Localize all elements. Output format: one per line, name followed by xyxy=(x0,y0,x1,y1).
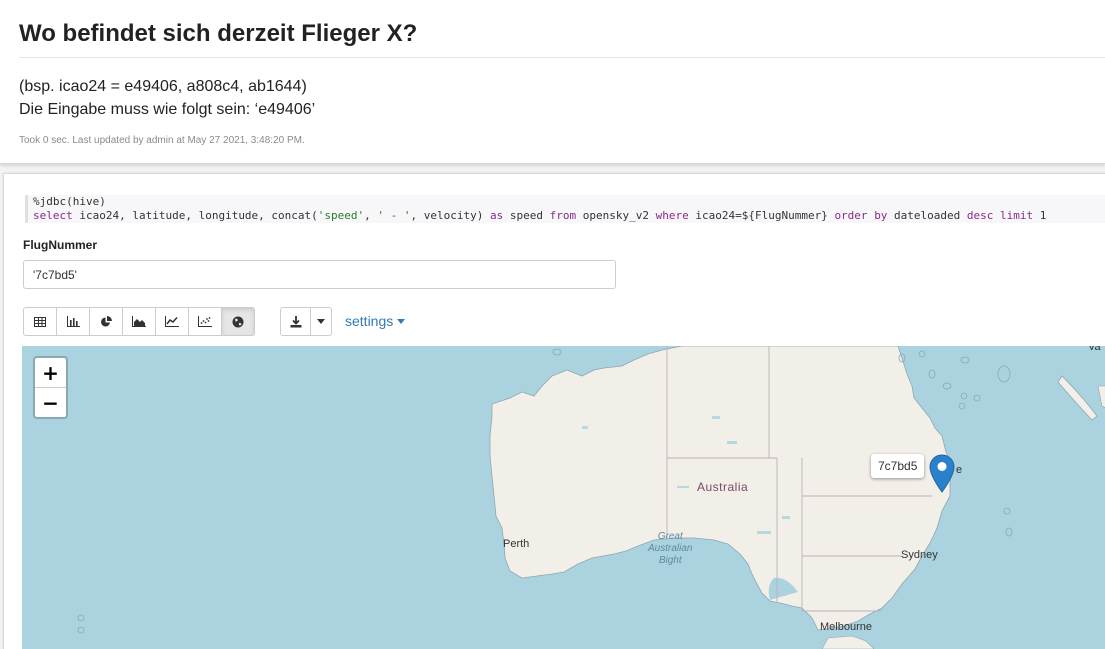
example-text: (bsp. icao24 = e49406, a808c4, ab1644) xyxy=(19,78,307,95)
scatter-chart-icon xyxy=(198,316,212,327)
zoom-in-button[interactable]: + xyxy=(35,358,66,388)
map-marker-icon[interactable] xyxy=(929,454,955,494)
zoom-control: + − xyxy=(33,356,68,419)
map-label-sydney: Sydney xyxy=(901,549,938,561)
last-updated-text: Took 0 sec. Last updated by admin at May… xyxy=(19,135,305,146)
settings-dropdown[interactable]: settings xyxy=(345,313,406,329)
map-label-melbourne: Melbourne xyxy=(820,621,872,633)
table-view-button[interactable] xyxy=(23,307,57,336)
line-chart-button[interactable] xyxy=(155,307,189,336)
map-view[interactable]: + − Australia Perth Sydney Melbourne e V… xyxy=(22,346,1105,649)
download-dropdown-toggle[interactable] xyxy=(310,307,332,336)
param-label: FlugNummer xyxy=(23,238,98,252)
area-chart-icon xyxy=(132,316,146,327)
settings-label: settings xyxy=(345,313,394,329)
marker-tooltip: 7c7bd5 xyxy=(871,454,925,478)
map-label-great-australian-bight: Great Australian Bight xyxy=(648,531,693,566)
visualization-toolbar xyxy=(23,307,255,336)
map-label-corner: Va xyxy=(1088,346,1101,353)
globe-icon xyxy=(232,316,244,327)
page-title: Wo befindet sich derzeit Flieger X? xyxy=(19,20,418,47)
table-icon xyxy=(34,316,46,327)
code-line-interpreter: %jdbc(hive) xyxy=(33,195,106,208)
map-label-brisbane: e xyxy=(956,464,963,476)
pie-chart-icon xyxy=(101,315,112,326)
map-label-australia: Australia xyxy=(697,480,749,494)
flugnummer-input[interactable] xyxy=(23,260,616,289)
paragraph-title-panel: Wo befindet sich derzeit Flieger X? (bsp… xyxy=(0,0,1105,164)
zoom-out-button[interactable]: − xyxy=(35,388,66,417)
bar-chart-icon xyxy=(66,316,80,327)
chevron-down-icon xyxy=(397,318,406,324)
pie-chart-button[interactable] xyxy=(89,307,123,336)
code-editor[interactable]: %jdbc(hive) select icao24, latitude, lon… xyxy=(25,195,1105,223)
code-line-query: select icao24, latitude, longitude, conc… xyxy=(33,209,1047,222)
map-view-button[interactable] xyxy=(221,307,255,336)
title-divider xyxy=(19,57,1105,58)
download-button[interactable] xyxy=(280,307,311,336)
instruction-text: Die Eingabe muss wie folgt sein: ‘e49406… xyxy=(19,101,316,118)
download-button-group xyxy=(280,307,332,336)
line-chart-icon xyxy=(165,316,179,327)
map-land xyxy=(77,346,1105,649)
paragraph-panel: %jdbc(hive) select icao24, latitude, lon… xyxy=(3,173,1105,649)
scatter-chart-button[interactable] xyxy=(188,307,222,336)
bar-chart-button[interactable] xyxy=(56,307,90,336)
chevron-down-icon xyxy=(317,319,325,324)
area-chart-button[interactable] xyxy=(122,307,156,336)
map-label-perth: Perth xyxy=(503,538,530,550)
download-icon xyxy=(290,315,301,327)
